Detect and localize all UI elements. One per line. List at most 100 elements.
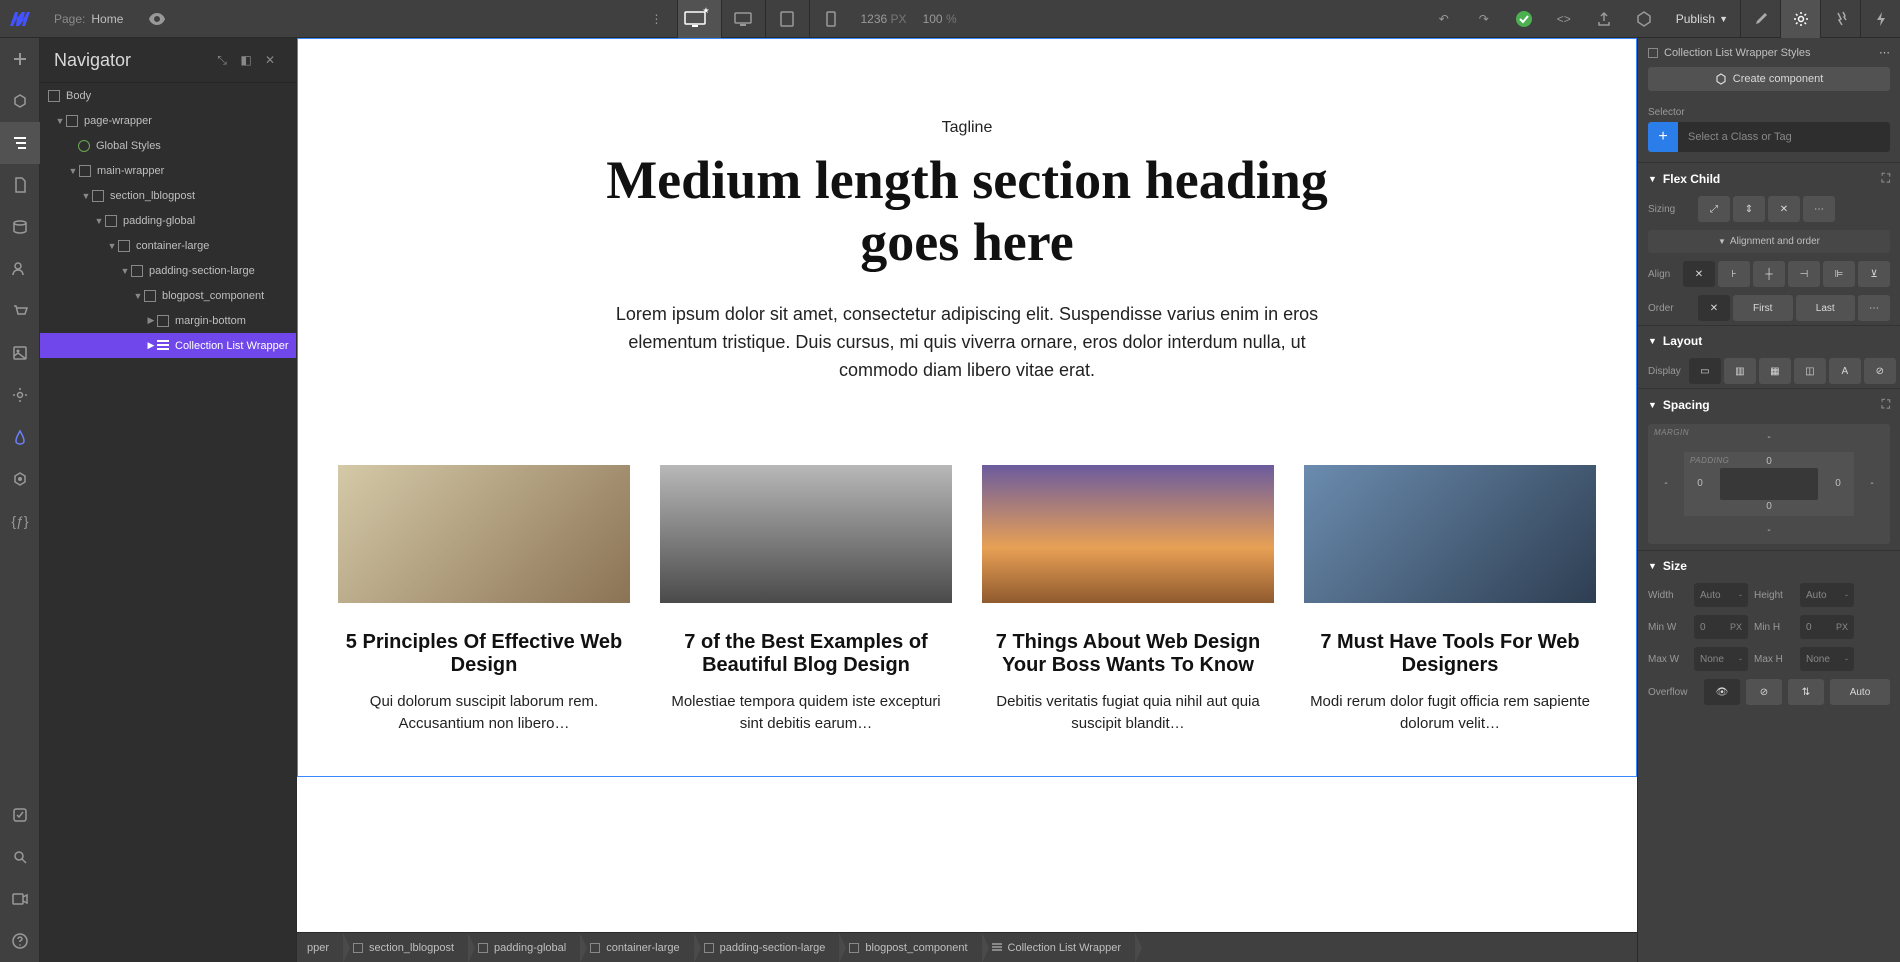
webflow-logo[interactable] bbox=[0, 0, 40, 38]
expand-arrow-icon[interactable]: ▼ bbox=[54, 116, 66, 126]
breadcrumb-item[interactable]: blogpost_component bbox=[839, 933, 981, 962]
blog-card[interactable]: 7 Must Have Tools For Web Designers Modi… bbox=[1304, 465, 1596, 736]
create-component-button[interactable]: Create component bbox=[1648, 67, 1890, 91]
min-w-input[interactable]: 0PX bbox=[1694, 615, 1748, 639]
assets-icon[interactable] bbox=[0, 332, 40, 374]
settings-icon[interactable] bbox=[0, 374, 40, 416]
undo-icon[interactable]: ↶ bbox=[1424, 0, 1464, 38]
padding-bottom-input[interactable]: 0 bbox=[1759, 501, 1779, 512]
canvas-zoom[interactable]: 100 % bbox=[915, 12, 965, 26]
publish-button[interactable]: Publish ▼ bbox=[1664, 12, 1740, 26]
align-stretch-button[interactable]: ⊫ bbox=[1823, 261, 1855, 287]
order-auto-button[interactable]: ✕ bbox=[1698, 295, 1730, 321]
nav-item-margin-bottom[interactable]: ▶ margin-bottom bbox=[40, 308, 296, 333]
margin-top-input[interactable]: - bbox=[1759, 432, 1779, 443]
sizing-more-button[interactable]: ⋯ bbox=[1803, 196, 1835, 222]
sizing-grow-button[interactable]: ⇕ bbox=[1733, 196, 1765, 222]
cms-icon[interactable] bbox=[0, 206, 40, 248]
max-w-input[interactable]: None- bbox=[1694, 647, 1748, 671]
more-icon[interactable]: ⋯ bbox=[1879, 46, 1890, 59]
users-icon[interactable] bbox=[0, 248, 40, 290]
order-last-button[interactable]: Last bbox=[1796, 295, 1856, 321]
add-class-button[interactable]: + bbox=[1648, 122, 1678, 152]
audit-icon[interactable] bbox=[1624, 0, 1664, 38]
expand-arrow-icon[interactable]: ▶ bbox=[145, 315, 157, 326]
padding-top-input[interactable]: 0 bbox=[1759, 456, 1779, 467]
display-block-button[interactable]: ▭ bbox=[1689, 358, 1721, 384]
status-ok-icon[interactable] bbox=[1504, 0, 1544, 38]
pages-icon[interactable] bbox=[0, 164, 40, 206]
apps-icon[interactable] bbox=[0, 416, 40, 458]
alignment-order-subheader[interactable]: ▼ Alignment and order bbox=[1648, 230, 1890, 253]
display-inline-block-button[interactable]: ◫ bbox=[1794, 358, 1826, 384]
blog-card[interactable]: 5 Principles Of Effective Web Design Qui… bbox=[338, 465, 630, 736]
device-desktop-icon[interactable] bbox=[721, 0, 765, 38]
dock-icon[interactable]: ◧ bbox=[234, 53, 258, 67]
nav-item-global-styles[interactable]: Global Styles bbox=[40, 133, 296, 158]
padding-left-input[interactable]: 0 bbox=[1690, 478, 1710, 489]
height-input[interactable]: Auto- bbox=[1800, 583, 1854, 607]
breadcrumb-item[interactable]: padding-global bbox=[468, 933, 580, 962]
display-none-button[interactable]: ⊘ bbox=[1864, 358, 1896, 384]
expand-arrow-icon[interactable]: ▼ bbox=[67, 166, 79, 176]
overflow-visible-button[interactable]: 👁 bbox=[1704, 679, 1740, 705]
page-selector[interactable]: Page: Home bbox=[40, 12, 137, 26]
expand-arrow-icon[interactable]: ▼ bbox=[93, 216, 105, 226]
display-grid-button[interactable]: ▦ bbox=[1759, 358, 1791, 384]
nav-item-section-blogpost[interactable]: ▼ section_lblogpost bbox=[40, 183, 296, 208]
breadcrumb-item[interactable]: pper bbox=[297, 933, 343, 962]
align-end-button[interactable]: ⊣ bbox=[1788, 261, 1820, 287]
section-heading[interactable]: Medium length section heading goes here bbox=[557, 149, 1377, 273]
nav-item-body[interactable]: Body bbox=[40, 83, 296, 108]
brush-icon[interactable] bbox=[1740, 0, 1780, 38]
nav-item-padding-global[interactable]: ▼ padding-global bbox=[40, 208, 296, 233]
blog-card[interactable]: 7 Things About Web Design Your Boss Want… bbox=[982, 465, 1274, 736]
order-first-button[interactable]: First bbox=[1733, 295, 1793, 321]
expand-arrow-icon[interactable]: ▼ bbox=[119, 266, 131, 276]
breadcrumb-item[interactable]: Collection List Wrapper bbox=[982, 933, 1136, 962]
video-icon[interactable] bbox=[0, 878, 40, 920]
expand-icon[interactable]: ⛶ bbox=[1882, 397, 1890, 412]
nav-item-blogpost-component[interactable]: ▼ blogpost_component bbox=[40, 283, 296, 308]
device-tablet-icon[interactable] bbox=[765, 0, 809, 38]
ecommerce-icon[interactable] bbox=[0, 290, 40, 332]
spacing-section-header[interactable]: ▼ Spacing ⛶ bbox=[1638, 388, 1900, 418]
layout-section-header[interactable]: ▼ Layout bbox=[1638, 325, 1900, 354]
align-start-button[interactable]: ⊦ bbox=[1718, 261, 1750, 287]
section-subtext[interactable]: Lorem ipsum dolor sit amet, consectetur … bbox=[597, 301, 1337, 385]
audit-check-icon[interactable] bbox=[0, 794, 40, 836]
device-desktop-large-icon[interactable]: ★ bbox=[677, 0, 721, 38]
max-h-input[interactable]: None- bbox=[1800, 647, 1854, 671]
blog-card[interactable]: 7 of the Best Examples of Beautiful Blog… bbox=[660, 465, 952, 736]
align-center-button[interactable]: ┼ bbox=[1753, 261, 1785, 287]
overflow-auto-button[interactable]: Auto bbox=[1830, 679, 1890, 705]
sizing-none-button[interactable]: ✕ bbox=[1768, 196, 1800, 222]
margin-right-input[interactable]: - bbox=[1862, 478, 1882, 489]
nav-item-padding-section-large[interactable]: ▼ padding-section-large bbox=[40, 258, 296, 283]
device-mobile-icon[interactable] bbox=[809, 0, 853, 38]
breadcrumb-item[interactable]: padding-section-large bbox=[694, 933, 840, 962]
help-icon[interactable] bbox=[0, 920, 40, 962]
card-grid[interactable]: 5 Principles Of Effective Web Design Qui… bbox=[318, 465, 1616, 736]
align-auto-button[interactable]: ✕ bbox=[1683, 261, 1715, 287]
effects-icon[interactable] bbox=[1820, 0, 1860, 38]
add-element-icon[interactable] bbox=[0, 38, 40, 80]
overflow-scroll-button[interactable]: ⇅ bbox=[1788, 679, 1824, 705]
spacing-editor[interactable]: MARGIN PADDING - - - - 0 0 0 0 bbox=[1648, 424, 1890, 544]
flex-child-section-header[interactable]: ▼ Flex Child ⛶ bbox=[1638, 162, 1900, 192]
redo-icon[interactable]: ↷ bbox=[1464, 0, 1504, 38]
width-input[interactable]: Auto- bbox=[1694, 583, 1748, 607]
size-section-header[interactable]: ▼ Size bbox=[1638, 550, 1900, 579]
navigator-icon[interactable] bbox=[0, 122, 40, 164]
sizing-shrink-button[interactable]: ⤢ bbox=[1698, 196, 1730, 222]
collapse-icon[interactable]: ⤡ bbox=[210, 53, 234, 68]
expand-arrow-icon[interactable]: ▶ bbox=[145, 340, 157, 351]
margin-bottom-input[interactable]: - bbox=[1759, 525, 1779, 536]
variables-icon[interactable]: {ƒ} bbox=[0, 500, 40, 542]
order-more-button[interactable]: ⋯ bbox=[1858, 295, 1890, 321]
code-icon[interactable]: <> bbox=[1544, 0, 1584, 38]
interactions-icon[interactable] bbox=[1860, 0, 1900, 38]
settings-gear-icon[interactable] bbox=[1780, 0, 1820, 38]
selector-input[interactable]: Select a Class or Tag bbox=[1678, 122, 1890, 152]
export-icon[interactable] bbox=[1584, 0, 1624, 38]
